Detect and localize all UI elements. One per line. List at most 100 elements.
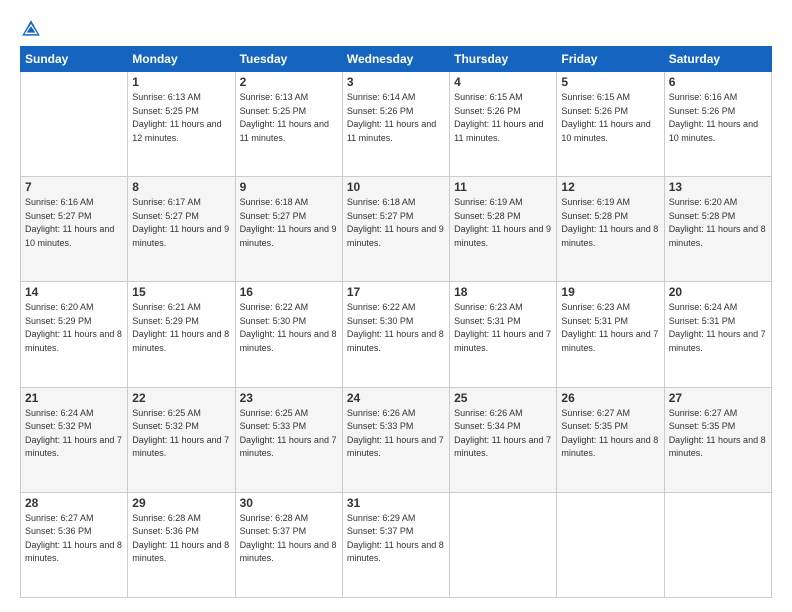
day-number: 8 <box>132 180 230 194</box>
day-number: 1 <box>132 75 230 89</box>
calendar-cell: 2Sunrise: 6:13 AMSunset: 5:25 PMDaylight… <box>235 72 342 177</box>
day-info: Sunrise: 6:25 AMSunset: 5:32 PMDaylight:… <box>132 407 230 461</box>
day-number: 26 <box>561 391 659 405</box>
day-number: 17 <box>347 285 445 299</box>
day-info: Sunrise: 6:23 AMSunset: 5:31 PMDaylight:… <box>454 301 552 355</box>
day-info: Sunrise: 6:14 AMSunset: 5:26 PMDaylight:… <box>347 91 445 145</box>
weekday-header: Friday <box>557 47 664 72</box>
weekday-header: Sunday <box>21 47 128 72</box>
calendar-cell: 1 Sunrise: 6:13 AMSunset: 5:25 PMDaylight… <box>128 72 235 177</box>
day-info: Sunrise: 6:19 AMSunset: 5:28 PMDaylight:… <box>561 196 659 250</box>
day-number: 9 <box>240 180 338 194</box>
calendar-cell: 22 Sunrise: 6:25 AMSunset: 5:32 PMDayligh… <box>128 387 235 492</box>
day-number: 12 <box>561 180 659 194</box>
day-info: Sunrise: 6:29 AMSunset: 5:37 PMDaylight:… <box>347 512 445 566</box>
logo <box>20 18 46 40</box>
header <box>20 18 772 40</box>
calendar-cell: 7 Sunrise: 6:16 AMSunset: 5:27 PMDaylight… <box>21 177 128 282</box>
day-number: 24 <box>347 391 445 405</box>
calendar-cell: 18 Sunrise: 6:23 AMSunset: 5:31 PMDayligh… <box>450 282 557 387</box>
calendar-cell <box>557 492 664 597</box>
calendar-cell: 23 Sunrise: 6:25 AMSunset: 5:33 PMDayligh… <box>235 387 342 492</box>
calendar-cell: 5 Sunrise: 6:15 AMSunset: 5:26 PMDaylight… <box>557 72 664 177</box>
weekday-header: Saturday <box>664 47 771 72</box>
calendar-week-row: 21 Sunrise: 6:24 AMSunset: 5:32 PMDayligh… <box>21 387 772 492</box>
calendar-week-row: 28 Sunrise: 6:27 AMSunset: 5:36 PMDayligh… <box>21 492 772 597</box>
calendar-cell: 30Sunrise: 6:28 AMSunset: 5:37 PMDayligh… <box>235 492 342 597</box>
calendar-cell: 16 Sunrise: 6:22 AMSunset: 5:30 PMDayligh… <box>235 282 342 387</box>
calendar-cell: 9 Sunrise: 6:18 AMSunset: 5:27 PMDaylight… <box>235 177 342 282</box>
day-info: Sunrise: 6:15 AMSunset: 5:26 PMDaylight:… <box>561 91 659 145</box>
calendar-cell: 21 Sunrise: 6:24 AMSunset: 5:32 PMDayligh… <box>21 387 128 492</box>
day-number: 25 <box>454 391 552 405</box>
day-info: Sunrise: 6:27 AMSunset: 5:36 PMDaylight:… <box>25 512 123 566</box>
weekday-header: Wednesday <box>342 47 449 72</box>
day-number: 3 <box>347 75 445 89</box>
calendar-body: 1 Sunrise: 6:13 AMSunset: 5:25 PMDaylight… <box>21 72 772 598</box>
calendar-cell <box>664 492 771 597</box>
day-info: Sunrise: 6:18 AMSunset: 5:27 PMDaylight:… <box>240 196 338 250</box>
calendar-cell: 15Sunrise: 6:21 AMSunset: 5:29 PMDayligh… <box>128 282 235 387</box>
calendar-cell: 20Sunrise: 6:24 AMSunset: 5:31 PMDayligh… <box>664 282 771 387</box>
calendar-week-row: 14Sunrise: 6:20 AMSunset: 5:29 PMDayligh… <box>21 282 772 387</box>
calendar-cell: 17 Sunrise: 6:22 AMSunset: 5:30 PMDayligh… <box>342 282 449 387</box>
day-info: Sunrise: 6:28 AMSunset: 5:36 PMDaylight:… <box>132 512 230 566</box>
day-info: Sunrise: 6:22 AMSunset: 5:30 PMDaylight:… <box>240 301 338 355</box>
day-number: 29 <box>132 496 230 510</box>
day-number: 6 <box>669 75 767 89</box>
calendar-cell: 8Sunrise: 6:17 AMSunset: 5:27 PMDaylight… <box>128 177 235 282</box>
day-number: 14 <box>25 285 123 299</box>
day-info: Sunrise: 6:16 AMSunset: 5:27 PMDaylight:… <box>25 196 123 250</box>
calendar-cell: 12 Sunrise: 6:19 AMSunset: 5:28 PMDayligh… <box>557 177 664 282</box>
calendar-cell: 4 Sunrise: 6:15 AMSunset: 5:26 PMDaylight… <box>450 72 557 177</box>
day-number: 20 <box>669 285 767 299</box>
day-info: Sunrise: 6:13 AMSunset: 5:25 PMDaylight:… <box>132 91 230 145</box>
day-info: Sunrise: 6:25 AMSunset: 5:33 PMDaylight:… <box>240 407 338 461</box>
day-number: 5 <box>561 75 659 89</box>
day-info: Sunrise: 6:15 AMSunset: 5:26 PMDaylight:… <box>454 91 552 145</box>
day-info: Sunrise: 6:23 AMSunset: 5:31 PMDaylight:… <box>561 301 659 355</box>
day-number: 15 <box>132 285 230 299</box>
day-number: 22 <box>132 391 230 405</box>
calendar-cell: 3 Sunrise: 6:14 AMSunset: 5:26 PMDaylight… <box>342 72 449 177</box>
day-info: Sunrise: 6:26 AMSunset: 5:33 PMDaylight:… <box>347 407 445 461</box>
day-info: Sunrise: 6:19 AMSunset: 5:28 PMDaylight:… <box>454 196 552 250</box>
calendar-week-row: 7 Sunrise: 6:16 AMSunset: 5:27 PMDaylight… <box>21 177 772 282</box>
calendar-cell: 19 Sunrise: 6:23 AMSunset: 5:31 PMDayligh… <box>557 282 664 387</box>
day-number: 19 <box>561 285 659 299</box>
day-info: Sunrise: 6:20 AMSunset: 5:28 PMDaylight:… <box>669 196 767 250</box>
calendar-cell: 29 Sunrise: 6:28 AMSunset: 5:36 PMDayligh… <box>128 492 235 597</box>
calendar-header: SundayMondayTuesdayWednesdayThursdayFrid… <box>21 47 772 72</box>
calendar-cell: 26Sunrise: 6:27 AMSunset: 5:35 PMDayligh… <box>557 387 664 492</box>
day-info: Sunrise: 6:22 AMSunset: 5:30 PMDaylight:… <box>347 301 445 355</box>
day-info: Sunrise: 6:27 AMSunset: 5:35 PMDaylight:… <box>669 407 767 461</box>
day-number: 28 <box>25 496 123 510</box>
day-number: 11 <box>454 180 552 194</box>
day-number: 7 <box>25 180 123 194</box>
day-number: 23 <box>240 391 338 405</box>
calendar-week-row: 1 Sunrise: 6:13 AMSunset: 5:25 PMDaylight… <box>21 72 772 177</box>
day-number: 21 <box>25 391 123 405</box>
calendar-cell <box>21 72 128 177</box>
day-number: 31 <box>347 496 445 510</box>
calendar-table: SundayMondayTuesdayWednesdayThursdayFrid… <box>20 46 772 598</box>
calendar-cell: 6Sunrise: 6:16 AMSunset: 5:26 PMDaylight… <box>664 72 771 177</box>
day-info: Sunrise: 6:18 AMSunset: 5:27 PMDaylight:… <box>347 196 445 250</box>
day-number: 30 <box>240 496 338 510</box>
day-number: 13 <box>669 180 767 194</box>
day-info: Sunrise: 6:13 AMSunset: 5:25 PMDaylight:… <box>240 91 338 145</box>
calendar-cell: 31 Sunrise: 6:29 AMSunset: 5:37 PMDayligh… <box>342 492 449 597</box>
day-number: 10 <box>347 180 445 194</box>
calendar-cell: 27 Sunrise: 6:27 AMSunset: 5:35 PMDayligh… <box>664 387 771 492</box>
day-number: 4 <box>454 75 552 89</box>
day-number: 27 <box>669 391 767 405</box>
day-info: Sunrise: 6:24 AMSunset: 5:32 PMDaylight:… <box>25 407 123 461</box>
weekday-header: Thursday <box>450 47 557 72</box>
calendar-cell: 10 Sunrise: 6:18 AMSunset: 5:27 PMDayligh… <box>342 177 449 282</box>
day-info: Sunrise: 6:26 AMSunset: 5:34 PMDaylight:… <box>454 407 552 461</box>
day-number: 18 <box>454 285 552 299</box>
calendar-cell: 11 Sunrise: 6:19 AMSunset: 5:28 PMDayligh… <box>450 177 557 282</box>
day-number: 16 <box>240 285 338 299</box>
page: SundayMondayTuesdayWednesdayThursdayFrid… <box>0 0 792 612</box>
calendar-cell: 13 Sunrise: 6:20 AMSunset: 5:28 PMDayligh… <box>664 177 771 282</box>
